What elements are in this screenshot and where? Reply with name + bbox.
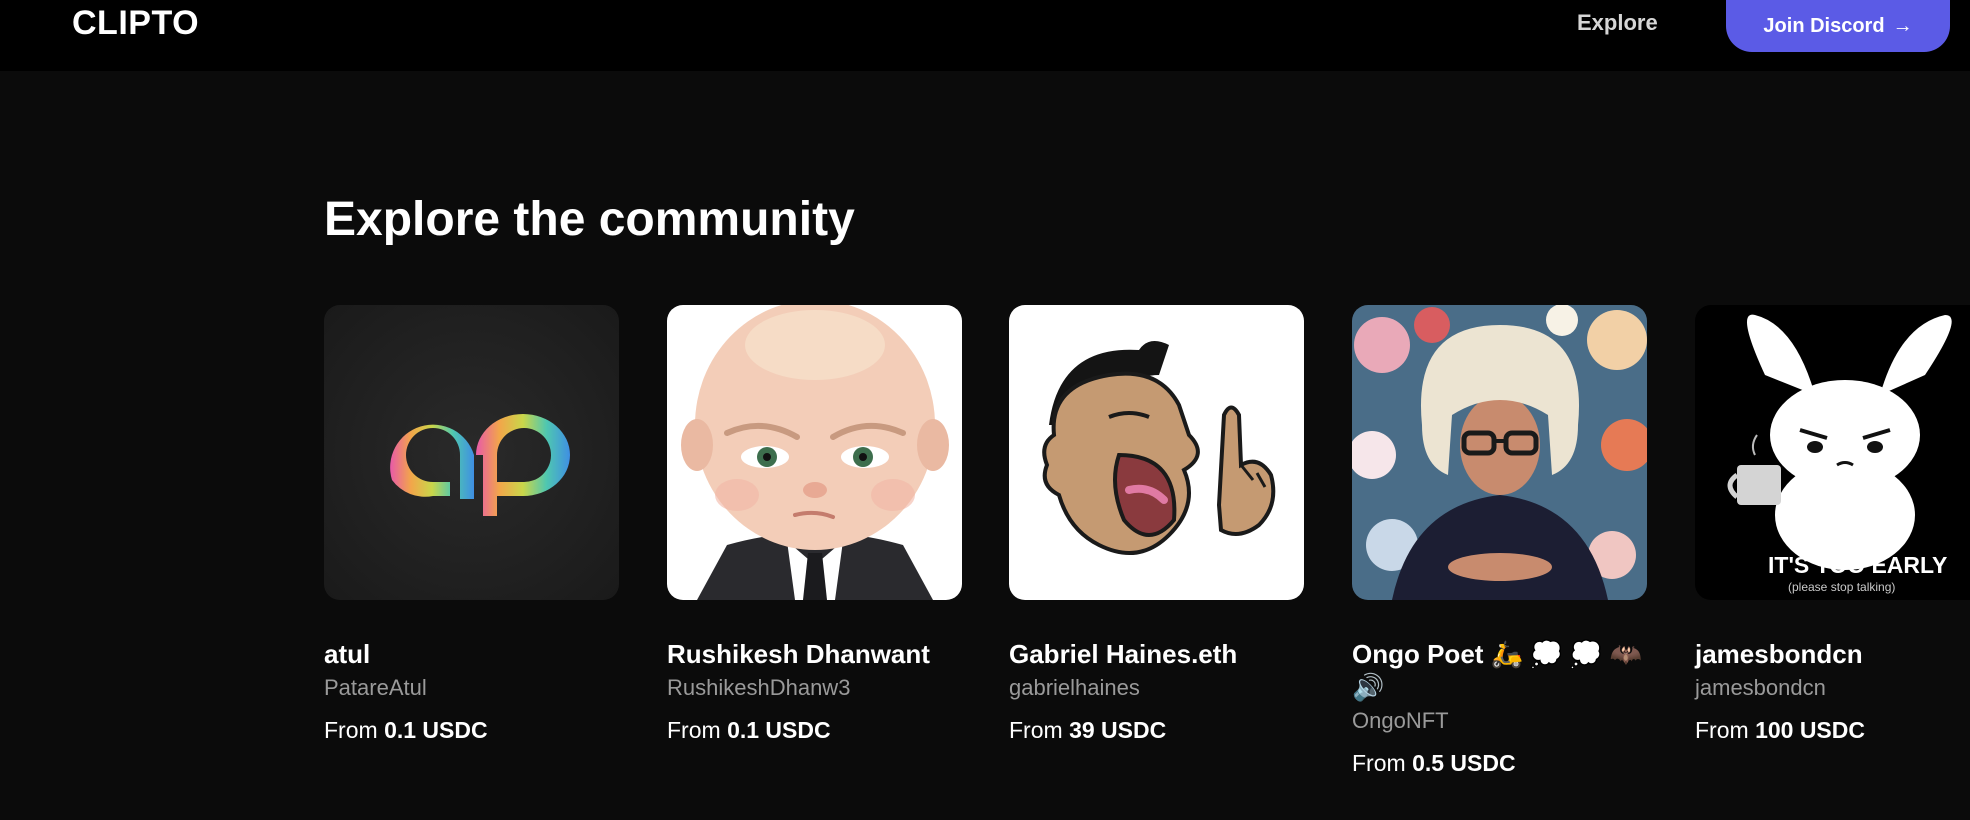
creator-handle: PatareAtul: [324, 675, 427, 700]
price-prefix: From: [1352, 750, 1406, 776]
creator-name[interactable]: Ongo Poet 🛵 💭 💭 🦇 🔊: [1352, 638, 1647, 704]
price-prefix: From: [1009, 717, 1063, 743]
bunny-subcaption: (please stop talking): [1788, 580, 1896, 594]
creator-card[interactable]: atul PatareAtul From 0.1 USDC: [324, 305, 619, 744]
creator-card[interactable]: Gabriel Haines.eth gabrielhaines From 39…: [1009, 305, 1304, 744]
creator-card[interactable]: Ongo Poet 🛵 💭 💭 🦇 🔊 OngoNFT From 0.5 USD…: [1352, 305, 1647, 777]
join-discord-button[interactable]: Join Discord →: [1726, 0, 1950, 52]
section-title: Explore the community: [324, 193, 855, 246]
creator-handle: RushikeshDhanw3: [667, 675, 851, 700]
creator-name[interactable]: atul: [324, 638, 619, 671]
bunny-caption: IT'S TOO EARLY: [1768, 552, 1948, 578]
join-discord-label: Join Discord: [1763, 14, 1885, 37]
creator-handle: gabrielhaines: [1009, 675, 1140, 700]
creator-card[interactable]: jamesbondcn jamesbondcn From 100 USDC: [1695, 305, 1970, 744]
creator-handle: OngoNFT: [1352, 708, 1449, 733]
price-prefix: From: [324, 717, 378, 743]
price-prefix: From: [1695, 717, 1749, 743]
price-amount: 0.1 USDC: [384, 717, 488, 743]
top-nav-bar: CLIPTO Explore Join Discord →: [0, 0, 1970, 71]
arrow-right-icon: →: [1892, 14, 1913, 37]
price-prefix: From: [667, 717, 721, 743]
creator-price: From 0.1 USDC: [667, 717, 962, 744]
nav-explore-link[interactable]: Explore: [1577, 10, 1658, 36]
creator-avatar-ap-logo[interactable]: [324, 305, 619, 600]
price-amount: 100 USDC: [1755, 717, 1865, 743]
creator-name[interactable]: jamesbondcn: [1695, 638, 1970, 671]
creator-card[interactable]: Rushikesh Dhanwant RushikeshDhanw3 From …: [667, 305, 962, 744]
creator-price: From 100 USDC: [1695, 717, 1970, 744]
creator-name[interactable]: Rushikesh Dhanwant: [667, 638, 962, 671]
creator-avatar-boss-baby[interactable]: [667, 305, 962, 600]
creator-price: From 0.1 USDC: [324, 717, 619, 744]
creator-price: From 39 USDC: [1009, 717, 1304, 744]
clipto-logo[interactable]: CLIPTO: [72, 4, 199, 43]
creator-avatar-white-wig-portrait[interactable]: [1352, 305, 1647, 600]
price-amount: 0.1 USDC: [727, 717, 831, 743]
creator-price: From 0.5 USDC: [1352, 750, 1647, 777]
price-amount: 0.5 USDC: [1412, 750, 1516, 776]
creator-name[interactable]: Gabriel Haines.eth: [1009, 638, 1304, 671]
creator-avatar-shouting-cartoon[interactable]: [1009, 305, 1304, 600]
creator-handle: jamesbondcn: [1695, 675, 1826, 700]
price-amount: 39 USDC: [1069, 717, 1167, 743]
